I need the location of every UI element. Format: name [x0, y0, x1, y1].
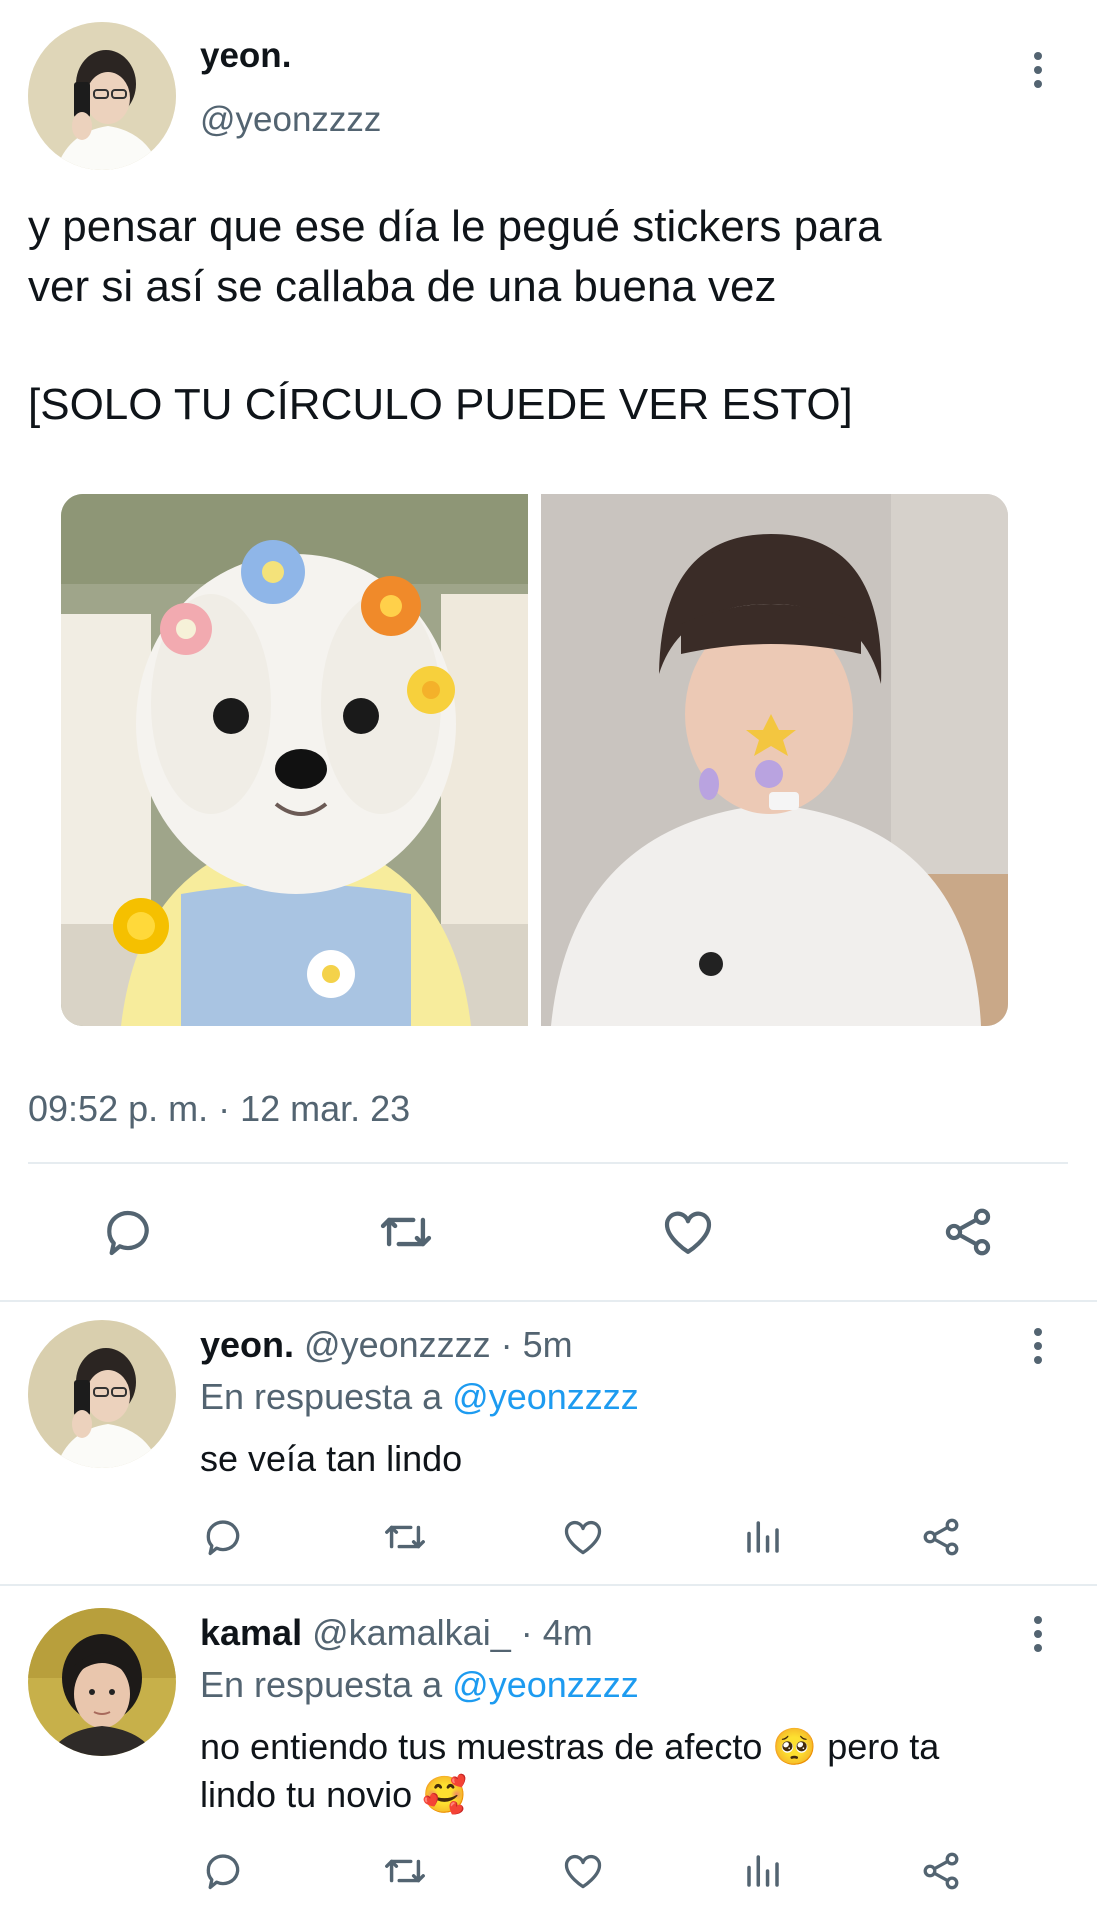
reply-time[interactable]: · 5m	[501, 1324, 573, 1365]
replying-to: En respuesta a @yeonzzzz	[200, 1376, 639, 1418]
replying-to: En respuesta a @yeonzzzz	[200, 1664, 639, 1706]
share-icon	[945, 1208, 991, 1256]
analytics-icon	[747, 1521, 779, 1553]
reply-icon	[206, 1520, 240, 1556]
tweet-timestamp[interactable]: 09:52 p. m. · 12 mar. 23	[28, 1088, 410, 1130]
retweet-button[interactable]	[380, 1846, 430, 1896]
reply-header: kamal @kamalkai_ · 4m	[200, 1612, 593, 1654]
reply-button[interactable]	[198, 1512, 248, 1562]
stats-divider	[28, 1162, 1068, 1164]
share-button[interactable]	[916, 1846, 966, 1896]
share-icon	[923, 1852, 959, 1890]
like-icon	[564, 1854, 602, 1889]
display-name[interactable]: yeon.	[200, 1324, 294, 1365]
dot	[1034, 1356, 1042, 1364]
share-button[interactable]	[916, 1512, 966, 1562]
handle[interactable]: @kamalkai_	[312, 1612, 511, 1653]
more-options-button[interactable]	[1018, 1316, 1058, 1376]
share-icon	[923, 1518, 959, 1556]
handle[interactable]: @yeonzzzz	[304, 1324, 491, 1365]
share-button[interactable]	[936, 1200, 1000, 1264]
tweet-text-line-1: y pensar que ese día le pegué stickers p…	[28, 202, 882, 251]
media-image-person[interactable]	[541, 494, 1008, 1026]
thread-divider	[0, 1584, 1097, 1586]
reply-header: yeon. @yeonzzzz · 5m	[200, 1324, 573, 1366]
analytics-button[interactable]	[738, 1512, 788, 1562]
more-options-button[interactable]	[1018, 1604, 1058, 1664]
reply-prefix: En respuesta a	[200, 1664, 443, 1705]
analytics-button[interactable]	[738, 1846, 788, 1896]
dot	[1034, 66, 1042, 74]
reply-button[interactable]	[198, 1846, 248, 1896]
thread-divider	[0, 1300, 1097, 1302]
dot	[1034, 1342, 1042, 1350]
reply-text: se veía tan lindo	[200, 1438, 463, 1479]
more-options-button[interactable]	[1018, 40, 1058, 100]
display-name[interactable]: kamal	[200, 1612, 302, 1653]
dot	[1034, 1616, 1042, 1624]
dot	[1034, 1644, 1042, 1652]
reply-to-link[interactable]: @yeonzzzz	[452, 1664, 639, 1705]
circle-notice: [SOLO TU CÍRCULO PUEDE VER ESTO]	[28, 380, 853, 429]
reply-prefix: En respuesta a	[200, 1376, 443, 1417]
reply-icon	[206, 1854, 240, 1890]
dot	[1034, 80, 1042, 88]
avatar[interactable]	[28, 1608, 176, 1756]
reply-button[interactable]	[96, 1200, 160, 1264]
reply-time[interactable]: · 4m	[521, 1612, 593, 1653]
tweet-text-line-2: ver si así se callaba de una buena vez	[28, 262, 777, 311]
analytics-icon	[747, 1855, 779, 1887]
avatar[interactable]	[28, 22, 176, 170]
retweet-icon	[385, 1859, 425, 1883]
like-button[interactable]	[558, 1846, 608, 1896]
retweet-icon	[380, 1217, 432, 1247]
reply-icon	[107, 1210, 149, 1256]
reply-to-link[interactable]: @yeonzzzz	[452, 1376, 639, 1417]
reply-text-line-2: lindo tu novio 🥰	[200, 1774, 467, 1815]
like-button[interactable]	[656, 1200, 720, 1264]
dot	[1034, 1630, 1042, 1638]
dot	[1034, 52, 1042, 60]
retweet-button[interactable]	[374, 1200, 438, 1264]
dot	[1034, 1328, 1042, 1336]
media-image-dog[interactable]	[61, 494, 528, 1026]
media-grid	[61, 494, 1008, 1026]
like-icon	[664, 1211, 712, 1254]
reply-text-line-1: no entiendo tus muestras de afecto 🥺 per…	[200, 1726, 940, 1767]
handle[interactable]: @yeonzzzz	[200, 100, 381, 140]
like-button[interactable]	[558, 1512, 608, 1562]
display-name[interactable]: yeon.	[200, 36, 291, 76]
retweet-button[interactable]	[380, 1512, 430, 1562]
like-icon	[564, 1520, 602, 1555]
retweet-icon	[385, 1525, 425, 1549]
avatar[interactable]	[28, 1320, 176, 1468]
